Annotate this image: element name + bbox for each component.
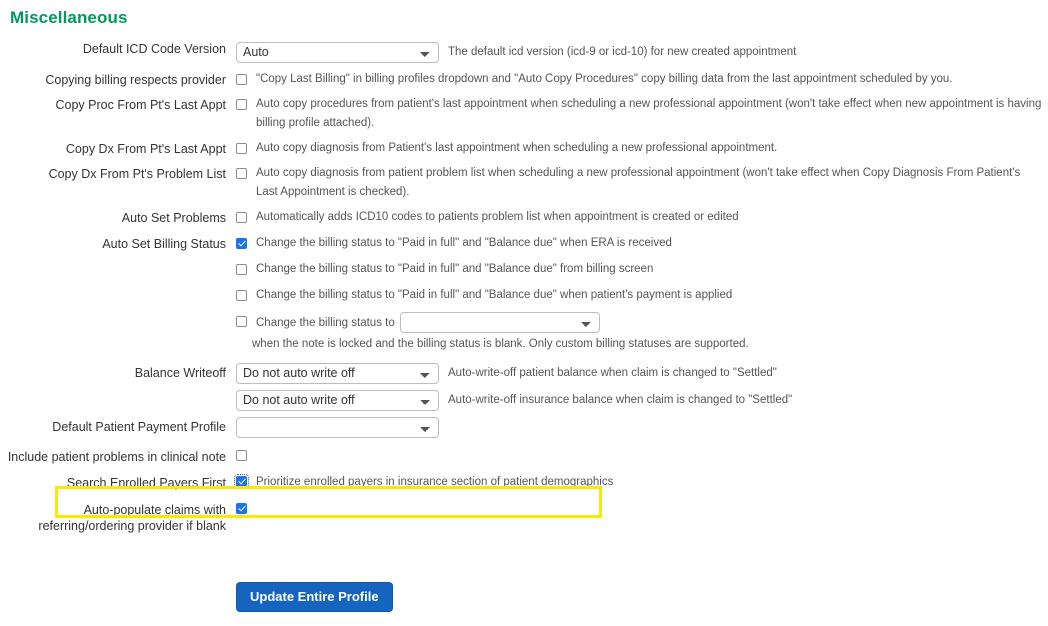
label-auto-set-billing-status: Auto Set Billing Status	[102, 237, 226, 251]
label-auto-set-problems: Auto Set Problems	[121, 211, 226, 225]
row-copy-proc-from-last-appt: Copy Proc From Pt's Last Appt Auto copy …	[0, 95, 1048, 133]
copy-proc-from-last-appt-description: Auto copy procedures from patient's last…	[256, 98, 1042, 129]
row-include-patient-problems: Include patient problems in clinical not…	[0, 447, 1048, 465]
balance-writeoff-insurance-description: Auto-write-off insurance balance when cl…	[448, 394, 793, 406]
label-include-patient-problems: Include patient problems in clinical not…	[7, 450, 226, 464]
default-patient-payment-profile-select[interactable]	[236, 417, 439, 438]
label-balance-writeoff: Balance Writeoff	[134, 366, 226, 380]
copy-dx-from-problem-list-description: Auto copy diagnosis from patient problem…	[256, 167, 1021, 198]
copy-dx-from-last-appt-description: Auto copy diagnosis from Patient's last …	[256, 142, 778, 154]
copy-dx-from-problem-list-checkbox[interactable]	[236, 168, 247, 179]
default-icd-code-version-description: The default icd version (icd-9 or icd-10…	[448, 46, 797, 58]
row-default-icd-code-version: Default ICD Code Version Auto The defaul…	[0, 42, 1048, 63]
label-copy-proc-from-last-appt: Copy Proc From Pt's Last Appt	[55, 98, 226, 112]
auto-set-billing-status-custom-checkbox[interactable]	[236, 316, 247, 327]
page-title: Miscellaneous	[10, 8, 128, 27]
row-auto-set-billing-status-billing-screen: Change the billing status to "Paid in fu…	[0, 260, 1048, 279]
label-search-enrolled-payers-first: Search Enrolled Payers First	[66, 476, 226, 490]
auto-set-billing-status-patient-payment-checkbox[interactable]	[236, 290, 247, 301]
settings-page: Miscellaneous Default ICD Code Version A…	[0, 0, 1048, 626]
row-submit: Update Entire Profile	[0, 582, 1048, 612]
custom-billing-status-text-after: when the note is locked and the billing …	[252, 338, 749, 350]
auto-populate-claims-checkbox[interactable]	[236, 503, 247, 514]
default-icd-code-version-select[interactable]: Auto	[236, 42, 439, 63]
update-entire-profile-button[interactable]: Update Entire Profile	[236, 582, 393, 612]
row-balance-writeoff-insurance: Do not auto write off Auto-write-off ins…	[0, 390, 1048, 411]
auto-set-problems-checkbox[interactable]	[236, 212, 247, 223]
auto-set-problems-description: Automatically adds ICD10 codes to patien…	[256, 211, 739, 223]
auto-set-billing-status-billing-screen-description: Change the billing status to "Paid in fu…	[256, 263, 654, 275]
balance-writeoff-patient-select[interactable]: Do not auto write off	[236, 363, 439, 384]
auto-set-billing-status-patient-payment-description: Change the billing status to "Paid in fu…	[256, 289, 733, 301]
row-auto-set-billing-status-patient-payment: Change the billing status to "Paid in fu…	[0, 286, 1048, 305]
copying-billing-respects-provider-checkbox[interactable]	[236, 74, 247, 85]
row-copying-billing-respects-provider: Copying billing respects provider "Copy …	[0, 70, 1048, 89]
custom-billing-status-select[interactable]	[399, 312, 600, 333]
label-copying-billing-respects-provider: Copying billing respects provider	[45, 73, 226, 87]
row-auto-set-billing-status-custom: Change the billing status to when the no…	[0, 312, 1048, 355]
copy-proc-from-last-appt-checkbox[interactable]	[236, 99, 247, 110]
copying-billing-respects-provider-description: "Copy Last Billing" in billing profiles …	[256, 73, 953, 85]
auto-set-billing-status-era-description: Change the billing status to "Paid in fu…	[256, 237, 672, 249]
label-copy-dx-from-problem-list: Copy Dx From Pt's Problem List	[48, 167, 226, 181]
label-copy-dx-from-last-appt: Copy Dx From Pt's Last Appt	[65, 142, 226, 156]
include-patient-problems-checkbox[interactable]	[236, 450, 247, 461]
search-enrolled-payers-first-description: Prioritize enrolled payers in insurance …	[256, 476, 614, 488]
row-balance-writeoff-patient: Balance Writeoff Do not auto write off A…	[0, 363, 1048, 384]
copy-dx-from-last-appt-checkbox[interactable]	[236, 143, 247, 154]
row-auto-set-problems: Auto Set Problems Automatically adds ICD…	[0, 208, 1048, 227]
row-auto-set-billing-status: Auto Set Billing Status Change the billi…	[0, 234, 1048, 253]
search-enrolled-payers-first-checkbox[interactable]	[234, 474, 249, 489]
row-default-patient-payment-profile: Default Patient Payment Profile	[0, 417, 1048, 438]
balance-writeoff-insurance-select[interactable]: Do not auto write off	[236, 390, 439, 411]
balance-writeoff-patient-description: Auto-write-off patient balance when clai…	[448, 367, 777, 379]
auto-set-billing-status-billing-screen-checkbox[interactable]	[236, 264, 247, 275]
auto-set-billing-status-era-checkbox[interactable]	[236, 238, 247, 249]
label-default-icd-code-version: Default ICD Code Version	[82, 42, 226, 56]
row-copy-dx-from-problem-list: Copy Dx From Pt's Problem List Auto copy…	[0, 164, 1048, 202]
row-auto-populate-claims: Auto-populate claims with referring/orde…	[0, 500, 1048, 534]
row-copy-dx-from-last-appt: Copy Dx From Pt's Last Appt Auto copy di…	[0, 139, 1048, 158]
label-default-patient-payment-profile: Default Patient Payment Profile	[52, 420, 226, 434]
row-search-enrolled-payers-first: Search Enrolled Payers First Prioritize …	[0, 474, 1048, 491]
custom-billing-status-text-before: Change the billing status to	[256, 317, 395, 329]
label-auto-populate-claims: Auto-populate claims with referring/orde…	[38, 503, 226, 533]
miscellaneous-settings-form: Default ICD Code Version Auto The defaul…	[0, 42, 1048, 612]
